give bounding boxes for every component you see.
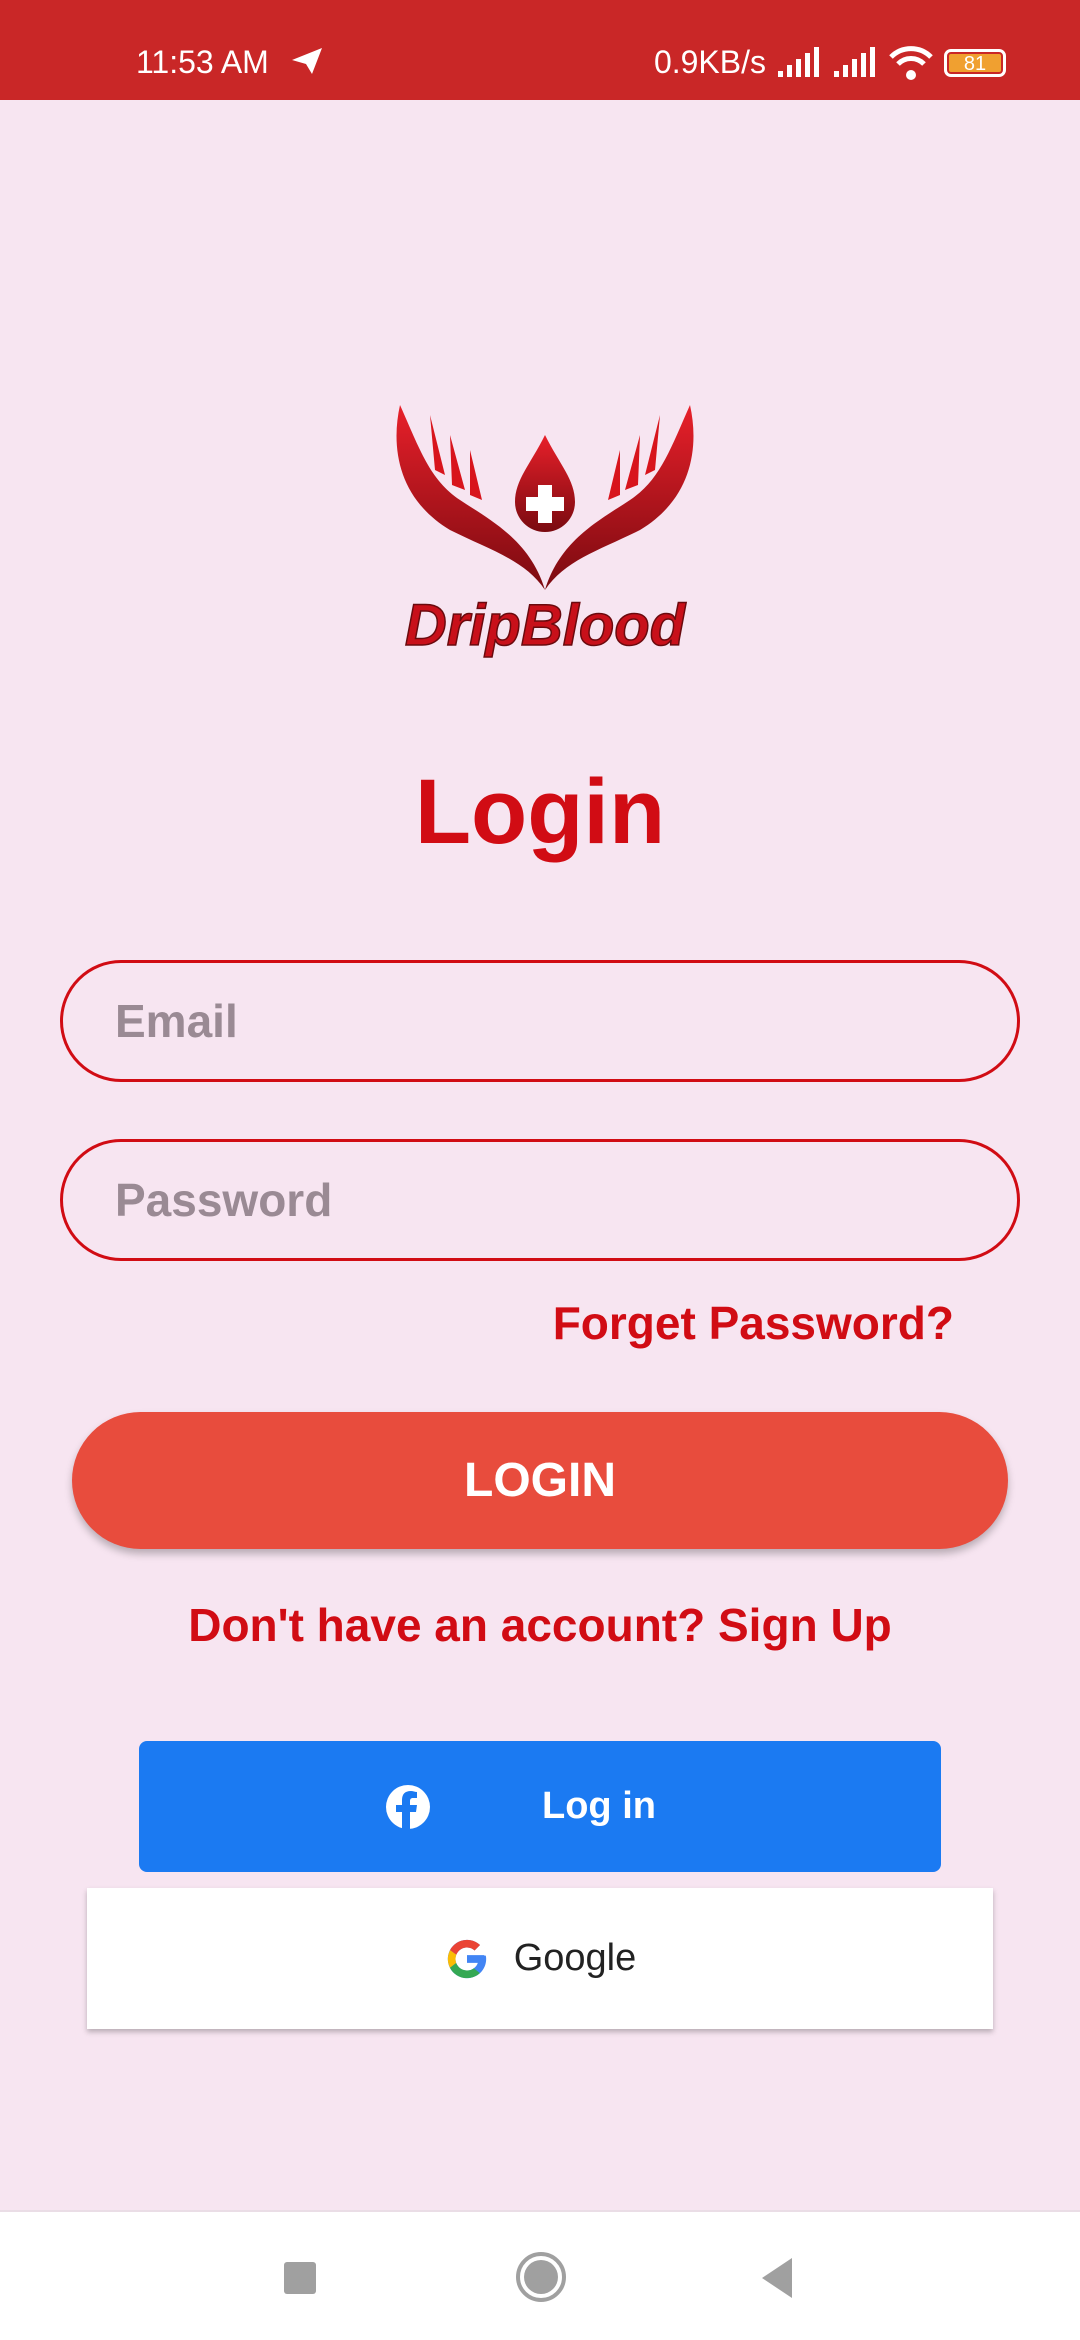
email-input[interactable] [60, 960, 1020, 1082]
google-login-button[interactable]: Google [87, 1888, 993, 2029]
dripblood-logo: DripBlood [396, 405, 694, 659]
login-button-label: LOGIN [464, 1454, 616, 1507]
signal-icon-1 [778, 46, 819, 77]
recents-button[interactable] [284, 2262, 316, 2294]
telegram-icon [292, 48, 322, 74]
status-bar: 11:53 AM 0.9KB/s 81 [0, 0, 1080, 100]
sign-up-link[interactable]: Don't have an account? Sign Up [0, 1598, 1080, 1652]
login-button[interactable]: LOGIN [72, 1412, 1008, 1549]
battery-icon: 81 [944, 48, 1006, 77]
password-input[interactable] [60, 1139, 1020, 1261]
forget-password-link[interactable]: Forget Password? [553, 1296, 954, 1350]
status-right: 0.9KB/s 81 [654, 44, 1006, 81]
facebook-icon [386, 1785, 430, 1830]
google-icon [447, 1939, 486, 1978]
facebook-login-label: Log in [542, 1785, 656, 1827]
google-login-label: Google [513, 1937, 637, 1979]
network-speed: 0.9KB/s [653, 44, 766, 80]
signal-icon-2 [834, 46, 875, 77]
back-button[interactable] [760, 2258, 792, 2298]
wifi-icon [889, 45, 933, 80]
logo-text: DripBlood [405, 593, 687, 658]
navigation-bar [0, 2210, 1080, 2340]
battery-level: 81 [949, 53, 1001, 74]
facebook-login-button[interactable]: Log in [139, 1741, 941, 1872]
status-time: 11:53 AM [136, 44, 269, 80]
page-title: Login [414, 761, 666, 863]
home-button[interactable] [516, 2252, 566, 2302]
